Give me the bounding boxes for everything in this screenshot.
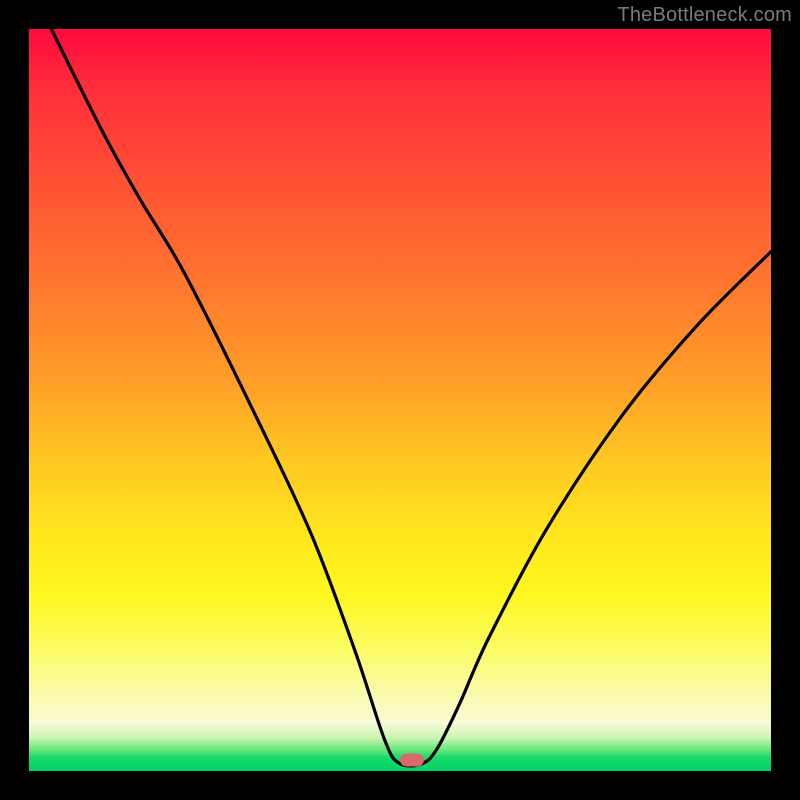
watermark-text: TheBottleneck.com [617,4,792,27]
bottleneck-curve [29,29,771,771]
optimal-point-marker [400,753,424,766]
plot-area [29,29,771,771]
chart-frame: TheBottleneck.com [0,0,800,800]
